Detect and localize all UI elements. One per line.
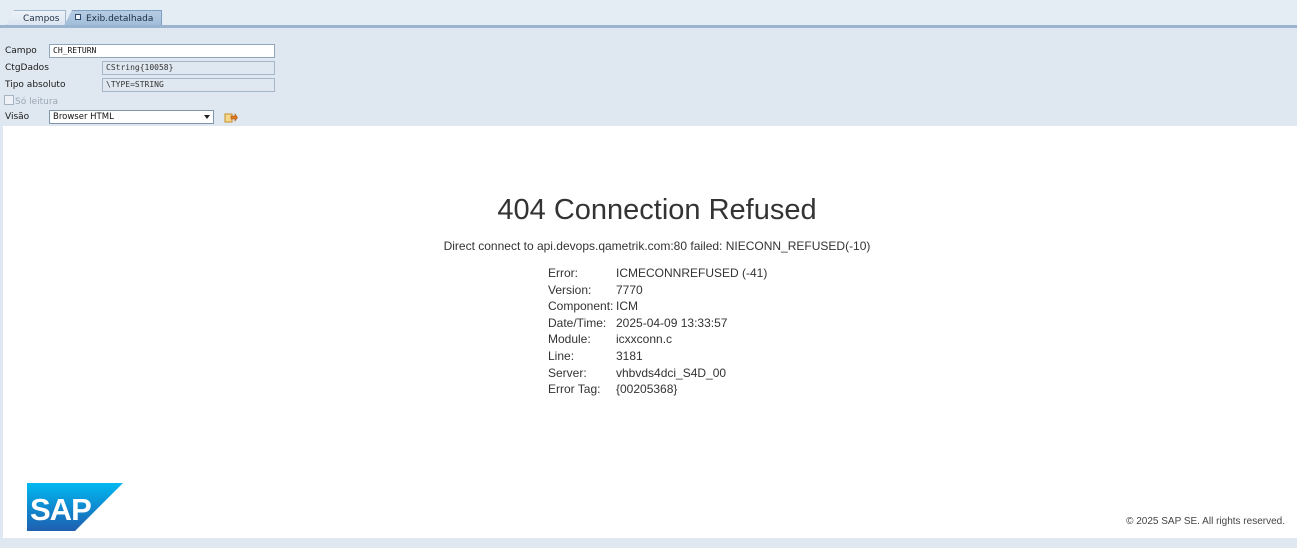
detail-row: Version: 7770 bbox=[548, 282, 767, 299]
chevron-down-icon bbox=[204, 115, 210, 119]
so-leitura-checkbox bbox=[4, 95, 14, 105]
visao-select[interactable]: Browser HTML bbox=[49, 110, 214, 124]
detail-key: Date/Time: bbox=[548, 315, 607, 330]
so-leitura-row: Só leitura bbox=[4, 95, 58, 107]
page-title: 404 Connection Refused bbox=[497, 194, 817, 226]
detail-value: ICMECONNREFUSED (-41) bbox=[616, 266, 768, 280]
detail-value: icxxconn.c bbox=[616, 332, 673, 347]
detail-key: Component: bbox=[548, 299, 614, 314]
detail-value: {00205368} bbox=[616, 382, 678, 397]
detail-row: Line: 3181 bbox=[548, 348, 767, 365]
visao-label: Visão bbox=[5, 112, 30, 122]
detail-row: Error: ICMECONNREFUSED (-41) bbox=[548, 265, 767, 282]
detail-value: 3181 bbox=[616, 348, 643, 363]
detail-row: Module: icxxconn.c bbox=[548, 331, 767, 348]
tab-strip: Campos Exib.detalhada bbox=[0, 0, 1297, 28]
tab-campos[interactable]: Campos bbox=[6, 10, 66, 26]
sap-logo: SAP bbox=[27, 483, 123, 531]
detail-view-icon bbox=[75, 14, 81, 20]
tab-campos-label: Campos bbox=[23, 14, 60, 24]
detail-row: Date/Time: 2025-04-09 13:33:57 bbox=[548, 315, 767, 332]
visao-selected-value: Browser HTML bbox=[53, 112, 114, 122]
campo-field[interactable]: CH_RETURN bbox=[49, 44, 275, 58]
detail-value: vhbvds4dci_S4D_00 bbox=[616, 365, 727, 380]
detail-key: Version: bbox=[548, 282, 592, 297]
tab-exib-detalhada-label: Exib.detalhada bbox=[86, 14, 154, 24]
detail-row: Component: ICM bbox=[548, 298, 767, 315]
detail-key: Server: bbox=[548, 365, 587, 380]
detail-row: Server: vhbvds4dci_S4D_00 bbox=[548, 365, 767, 382]
tipo-absoluto-field: \TYPE=STRING bbox=[102, 78, 275, 92]
detail-key: Line: bbox=[548, 348, 575, 363]
error-details-table: Error: ICMECONNREFUSED (-41) Version: 7770… bbox=[548, 265, 767, 398]
tab-exib-detalhada[interactable]: Exib.detalhada bbox=[64, 10, 162, 26]
detail-key: Error: bbox=[548, 266, 578, 280]
refresh-icon bbox=[224, 113, 238, 123]
svg-text:SAP: SAP bbox=[30, 492, 91, 527]
ctgdados-field: CString{10058} bbox=[102, 61, 275, 75]
html-viewer: 404 Connection Refused Direct connect to… bbox=[3, 126, 1297, 538]
tipo-absoluto-label: Tipo absoluto bbox=[5, 80, 66, 90]
so-leitura-label: Só leitura bbox=[15, 97, 59, 107]
detail-value: 2025-04-09 13:33:57 bbox=[616, 315, 728, 330]
detail-value: 7770 bbox=[616, 282, 643, 297]
debugger-window: Campos Exib.detalhada Campo CH_RETURN Ct… bbox=[0, 0, 1297, 548]
detail-key: Error Tag: bbox=[548, 382, 601, 397]
tab-divider bbox=[0, 25, 1297, 28]
refresh-button[interactable] bbox=[224, 110, 238, 124]
detail-row: Error Tag: {00205368} bbox=[548, 381, 767, 398]
detail-value: ICM bbox=[616, 299, 638, 314]
detail-key: Module: bbox=[548, 332, 591, 347]
campo-label: Campo bbox=[5, 46, 37, 56]
error-subtitle: Direct connect to api.devops.qametrik.co… bbox=[443, 239, 871, 253]
ctgdados-label: CtgDados bbox=[5, 63, 49, 73]
copyright-text: © 2025 SAP SE. All rights reserved. bbox=[1126, 516, 1285, 527]
